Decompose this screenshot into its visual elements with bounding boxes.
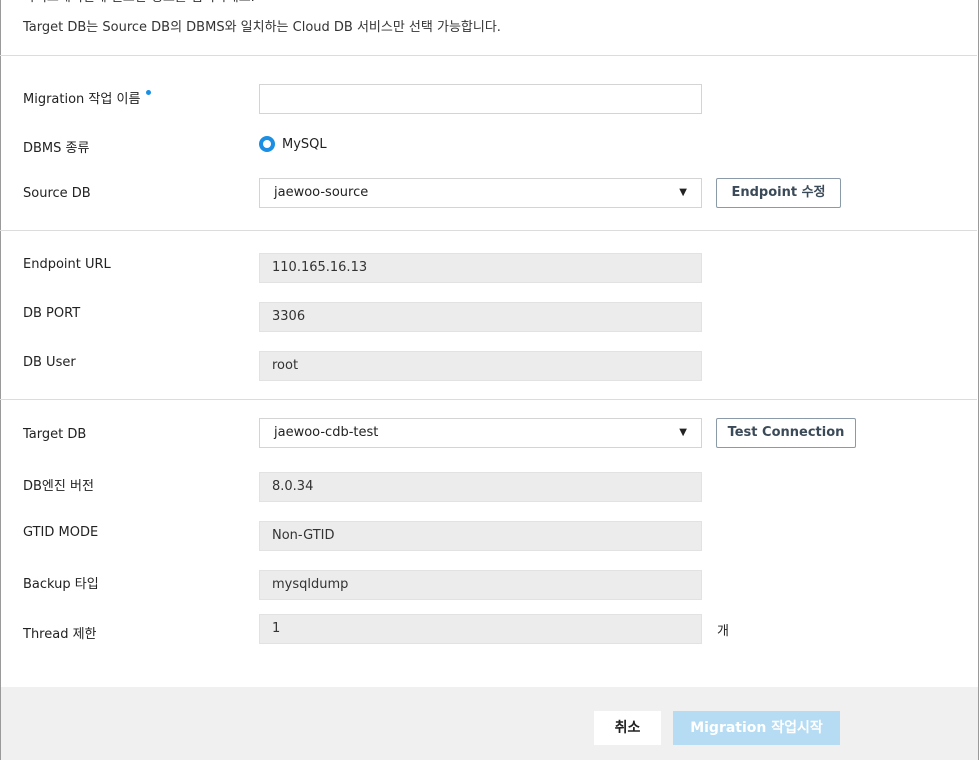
source-db-value: jaewoo-source [274,185,369,200]
migration-name-label: Migration 작업 이름 [23,88,152,107]
endpoint-url-label: Endpoint URL [23,257,111,272]
cancel-button[interactable]: 취소 [594,711,661,745]
gtid-mode-label: GTID MODE [23,525,99,540]
dbms-type-option-label: MySQL [282,136,327,152]
thread-limit-label: Thread 제한 [23,627,97,642]
db-port-field: 3306 [259,302,702,332]
source-db-select[interactable]: jaewoo-source ▼ [259,178,702,208]
notice-line-1: 마이그레이션에 필요한 정보를 입력하세요. [23,0,255,8]
dropdown-caret-icon: ▼ [679,427,687,438]
migration-name-input[interactable] [259,84,702,114]
engine-version-field: 8.0.34 [259,472,702,502]
source-db-label: Source DB [23,186,91,201]
required-indicator [146,90,152,95]
backup-type-field: mysqldump [259,570,702,600]
dropdown-caret-icon: ▼ [679,187,687,198]
dbms-type-label: DBMS 종류 [23,141,90,156]
endpoint-edit-button[interactable]: Endpoint 수정 [716,178,841,208]
thread-limit-unit: 개 [717,624,729,639]
db-user-label: DB User [23,355,76,370]
dbms-type-radio-mysql[interactable]: MySQL [259,134,327,154]
endpoint-url-field: 110.165.16.13 [259,253,702,283]
notice-line-2: Target DB는 Source DB의 DBMS와 일치하는 Cloud D… [23,20,501,35]
target-db-value: jaewoo-cdb-test [274,425,379,440]
engine-version-label: DB엔진 버전 [23,479,94,494]
backup-type-label: Backup 타입 [23,577,99,592]
target-db-select[interactable]: jaewoo-cdb-test ▼ [259,418,702,448]
divider [0,399,977,400]
test-connection-button[interactable]: Test Connection [716,418,856,448]
start-migration-button[interactable]: Migration 작업시작 [673,711,840,745]
db-port-label: DB PORT [23,306,81,321]
db-user-field: root [259,351,702,381]
target-db-label: Target DB [23,427,87,442]
thread-limit-field: 1 [259,614,702,644]
gtid-mode-field: Non-GTID [259,521,702,551]
divider [0,55,977,56]
radio-selected-icon[interactable] [259,136,275,152]
divider [0,230,977,231]
